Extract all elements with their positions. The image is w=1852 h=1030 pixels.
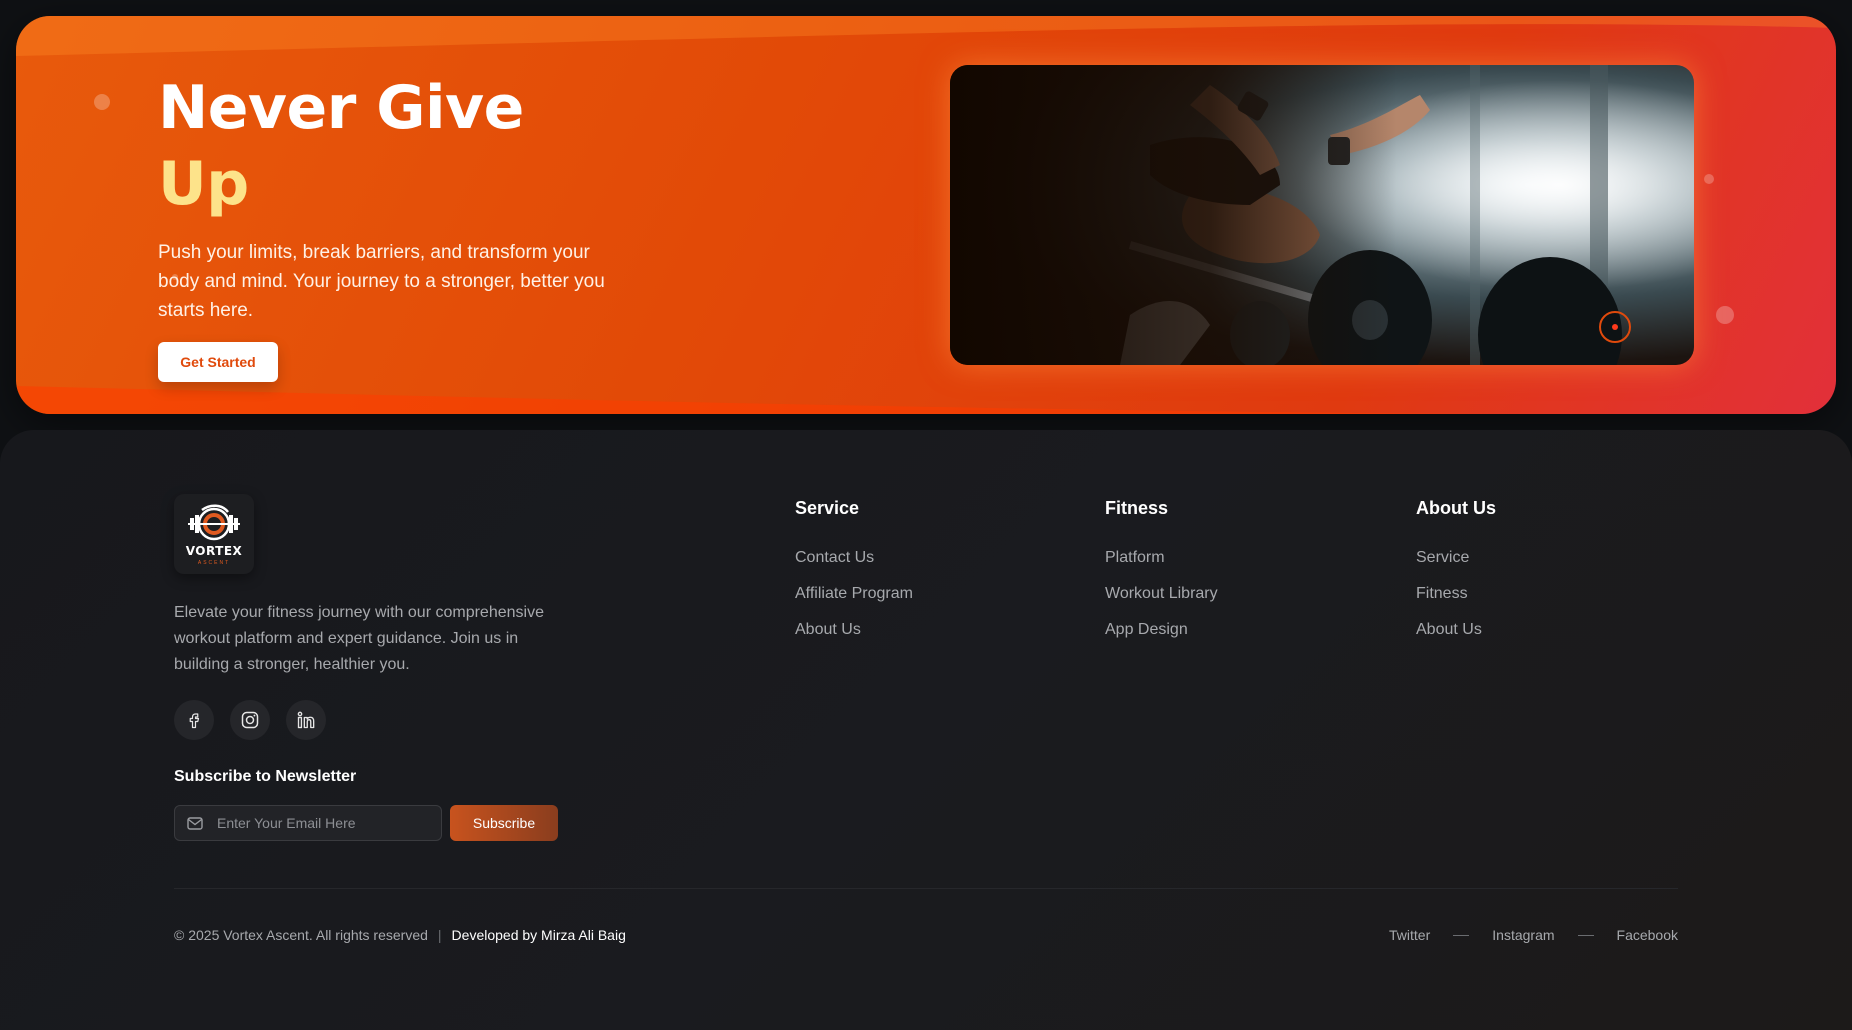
column-title: Fitness bbox=[1105, 498, 1169, 518]
footer-link[interactable]: Contact Us bbox=[795, 549, 913, 585]
hero-title: Never Give Up bbox=[158, 70, 524, 222]
twitter-link[interactable]: Twitter bbox=[1389, 927, 1430, 943]
brand-name: VORTEX bbox=[185, 544, 243, 558]
subscribe-button[interactable]: Subscribe bbox=[450, 805, 558, 841]
email-input[interactable] bbox=[215, 806, 435, 840]
athlete-barbell-illustration bbox=[950, 65, 1694, 365]
vortex-ascent-logo[interactable]: VORTEX ASCENT bbox=[174, 494, 254, 574]
site-footer: VORTEX ASCENT Elevate your fitness journ… bbox=[0, 430, 1852, 1030]
linkedin-link[interactable] bbox=[286, 700, 326, 740]
footer-link[interactable]: Platform bbox=[1105, 549, 1218, 585]
facebook-link[interactable] bbox=[174, 700, 214, 740]
hero-subtitle: Push your limits, break barriers, and tr… bbox=[158, 242, 605, 321]
footer-link[interactable]: Service bbox=[1416, 549, 1496, 585]
instagram-link[interactable] bbox=[230, 700, 270, 740]
developer-credit[interactable]: Developed by Mirza Ali Baig bbox=[452, 927, 626, 943]
copyright-line: © 2025 Vortex Ascent. All rights reserve… bbox=[174, 927, 626, 943]
copyright-text: © 2025 Vortex Ascent. All rights reserve… bbox=[174, 927, 428, 943]
footer-column-about-us: About Us Service Fitness About Us bbox=[1416, 498, 1496, 657]
decor-dot bbox=[94, 94, 110, 110]
footer-link[interactable]: Affiliate Program bbox=[795, 585, 913, 621]
target-marker-icon bbox=[1599, 311, 1631, 343]
footer-column-service: Service Contact Us Affiliate Program Abo… bbox=[795, 498, 913, 657]
footer-link[interactable]: About Us bbox=[795, 621, 913, 657]
column-title: About Us bbox=[1416, 498, 1496, 518]
hero-image bbox=[950, 65, 1694, 365]
instagram-icon bbox=[241, 711, 259, 729]
newsletter-title: Subscribe to Newsletter bbox=[174, 768, 357, 785]
social-text-links: Twitter Instagram Facebook bbox=[1389, 927, 1678, 943]
brand-tagline: ASCENT bbox=[197, 560, 231, 566]
get-started-button[interactable]: Get Started bbox=[158, 342, 278, 382]
footer-link[interactable]: Fitness bbox=[1416, 585, 1496, 621]
decor-dot bbox=[1704, 174, 1714, 184]
hero-title-line2: Up bbox=[158, 149, 249, 219]
link-divider bbox=[1453, 934, 1470, 936]
facebook-text-link[interactable]: Facebook bbox=[1617, 927, 1678, 943]
footer-link[interactable]: Workout Library bbox=[1105, 585, 1218, 621]
footer-link[interactable]: About Us bbox=[1416, 621, 1496, 657]
footer-link[interactable]: App Design bbox=[1105, 621, 1218, 657]
column-title: Service bbox=[795, 498, 860, 518]
link-divider bbox=[1577, 934, 1594, 936]
footer-column-fitness: Fitness Platform Workout Library App Des… bbox=[1105, 498, 1218, 657]
linkedin-icon bbox=[297, 711, 315, 729]
email-field[interactable] bbox=[174, 805, 442, 841]
brand-description: Elevate your fitness journey with our co… bbox=[174, 604, 544, 673]
hero-title-line1: Never Give bbox=[158, 73, 524, 143]
instagram-text-link[interactable]: Instagram bbox=[1492, 927, 1554, 943]
decor-dot bbox=[1716, 306, 1734, 324]
mail-icon bbox=[187, 817, 203, 830]
dumbbell-vortex-icon bbox=[188, 504, 240, 541]
footer-divider bbox=[174, 888, 1678, 889]
separator: | bbox=[437, 927, 442, 943]
hero-banner: Never Give Up Push your limits, break ba… bbox=[16, 16, 1836, 414]
facebook-icon bbox=[189, 713, 200, 729]
